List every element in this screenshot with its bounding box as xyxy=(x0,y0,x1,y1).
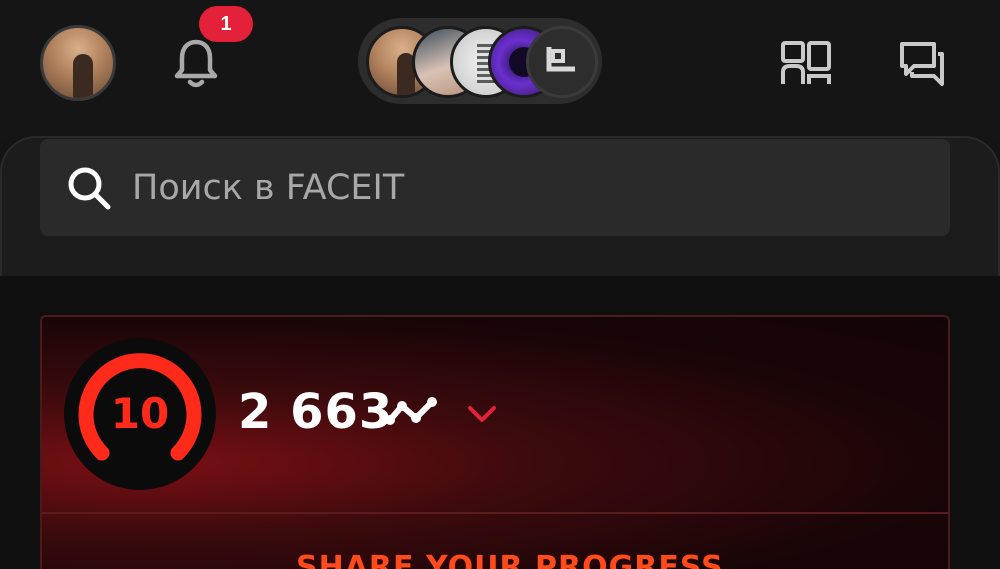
club-avatar[interactable] xyxy=(526,26,598,98)
elo-value: 2 663 xyxy=(238,384,394,440)
friends-button[interactable] xyxy=(780,40,832,88)
club-logo-icon xyxy=(546,47,575,72)
skill-level-number: 10 xyxy=(111,389,169,438)
chat-button[interactable] xyxy=(898,40,948,88)
chat-icon xyxy=(900,42,944,86)
search-icon xyxy=(68,167,111,210)
user-avatar[interactable] xyxy=(40,25,116,101)
notification-badge: 1 xyxy=(199,6,253,42)
notifications-button[interactable] xyxy=(174,38,218,90)
elo-trend-icon xyxy=(385,397,437,425)
search-bar[interactable] xyxy=(40,139,950,236)
card-divider xyxy=(42,512,948,514)
search-input[interactable] xyxy=(132,139,932,236)
top-bar: 1 xyxy=(0,0,1000,138)
friends-icon xyxy=(781,41,831,84)
skill-level-gauge: 10 xyxy=(64,338,216,490)
bell-icon xyxy=(174,39,218,88)
share-progress-button[interactable]: SHARE YOUR PROGRESS xyxy=(296,550,724,569)
chevron-down-icon[interactable] xyxy=(466,402,498,424)
